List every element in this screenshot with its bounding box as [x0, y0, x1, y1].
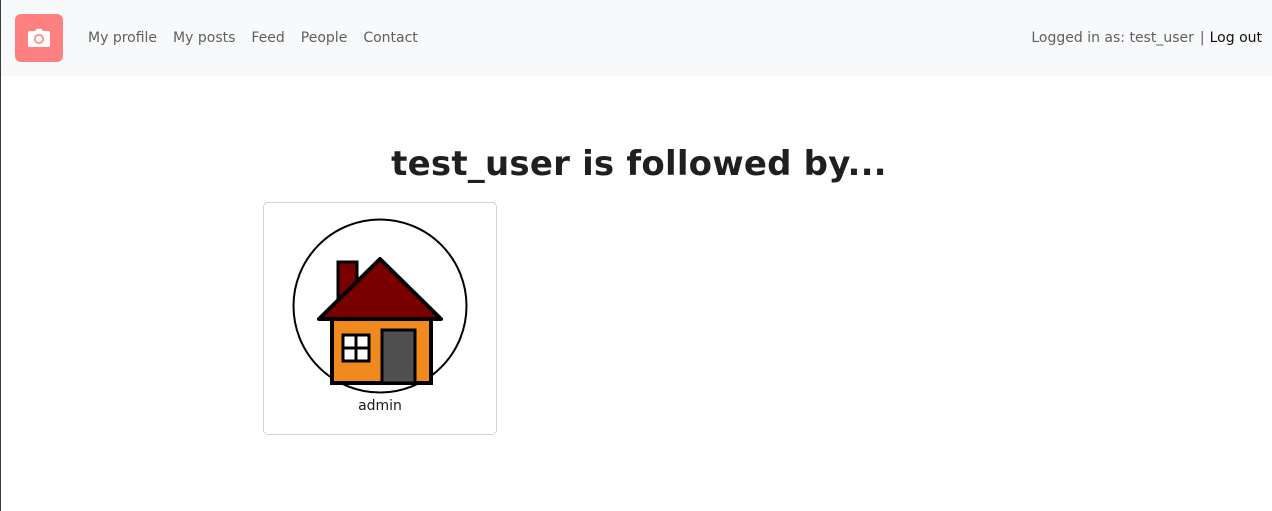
page-title: test_user is followed by... — [391, 144, 887, 184]
follower-username: admin — [358, 398, 402, 414]
nav-link-people[interactable]: People — [301, 30, 348, 46]
user-status: Logged in as: test_user | Log out — [1031, 0, 1262, 76]
nav-link-my-profile[interactable]: My profile — [88, 30, 157, 46]
nav-link-my-posts[interactable]: My posts — [173, 30, 235, 46]
navbar: My profile My posts Feed People Contact … — [1, 0, 1272, 76]
house-icon — [292, 218, 468, 394]
camera-icon — [28, 28, 50, 47]
logged-in-label: Logged in as: test_user — [1031, 30, 1194, 46]
nav-separator: | — [1199, 30, 1205, 46]
follower-card[interactable]: admin — [263, 202, 497, 435]
page: My profile My posts Feed People Contact … — [0, 0, 1272, 511]
logout-link[interactable]: Log out — [1210, 30, 1262, 46]
nav-links: My profile My posts Feed People Contact — [88, 0, 434, 76]
nav-link-contact[interactable]: Contact — [363, 30, 417, 46]
brand-logo[interactable] — [15, 14, 63, 62]
nav-link-feed[interactable]: Feed — [251, 30, 284, 46]
